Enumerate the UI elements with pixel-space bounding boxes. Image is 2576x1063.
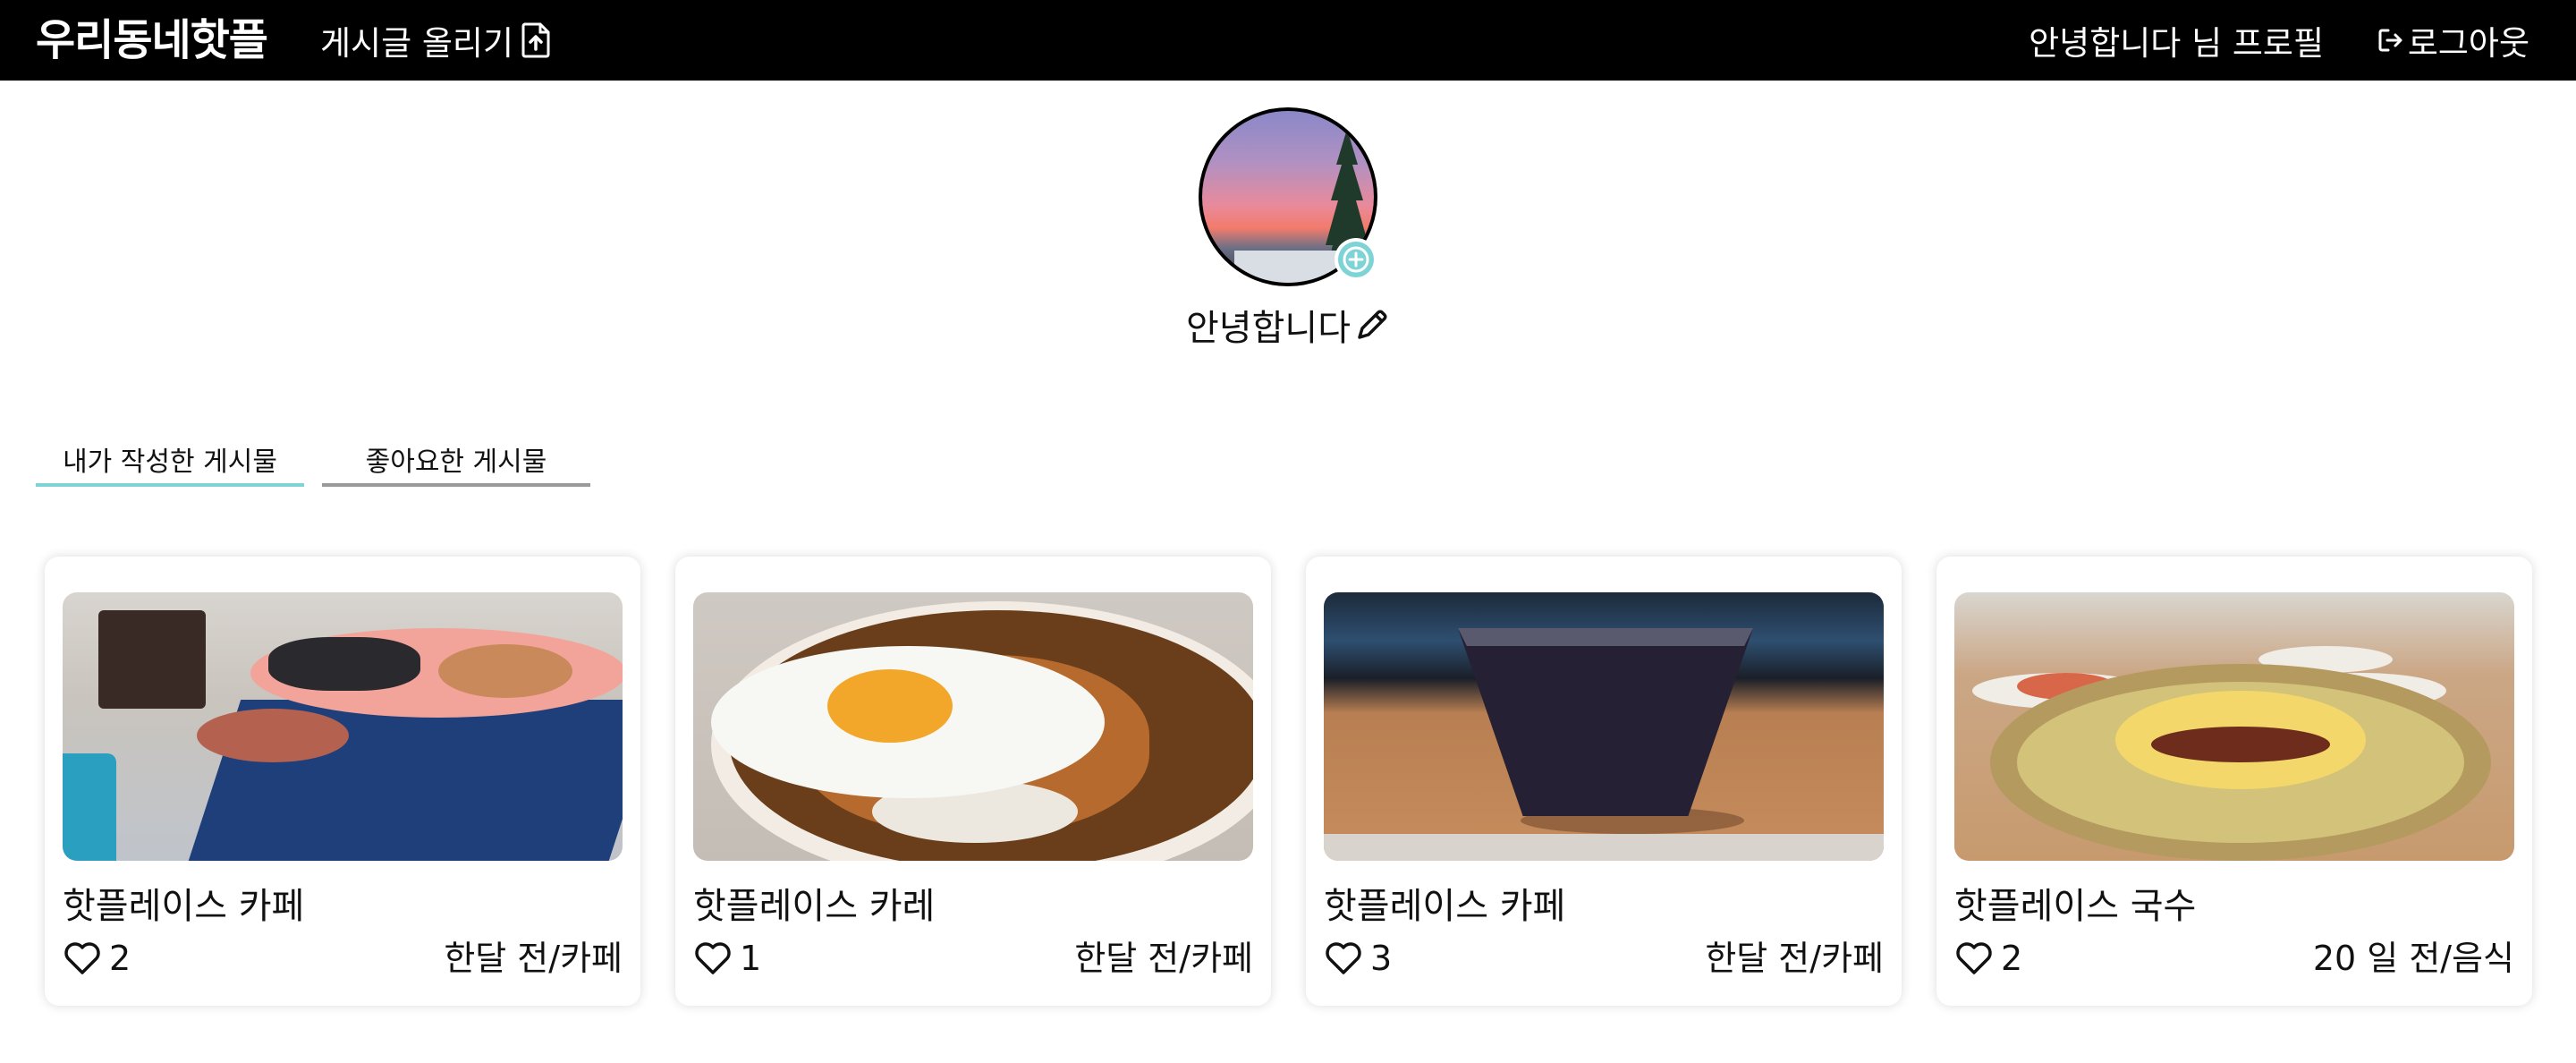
post-image[interactable] xyxy=(1324,592,1884,861)
like-button[interactable]: 2 xyxy=(1954,936,2022,981)
post-title: 핫플레이스 국수 xyxy=(1954,886,2197,927)
heart-icon xyxy=(1326,942,1361,974)
top-navbar: 우리동네핫플 게시글 올리기 안녕합니다 님 프로필 로그아웃 xyxy=(0,0,2576,81)
upload-post-button[interactable]: 게시글 올리기 xyxy=(320,13,551,68)
brand-logo[interactable]: 우리동네핫플 xyxy=(36,9,268,72)
heart-icon xyxy=(64,942,100,974)
post-image[interactable] xyxy=(693,592,1253,861)
like-button[interactable]: 3 xyxy=(1324,936,1392,981)
file-upload-icon xyxy=(521,22,550,58)
plus-circle-icon xyxy=(1338,242,1374,277)
post-meta: 한달 전/카페 xyxy=(1074,939,1253,978)
post-meta: 한달 전/카페 xyxy=(1705,939,1884,978)
post-card[interactable]: 핫플레이스 카레 1 한달 전/카페 xyxy=(675,557,1271,1006)
pencil-icon[interactable] xyxy=(1354,307,1390,343)
tab-liked-posts[interactable]: 좋아요한 게시물 xyxy=(322,435,590,487)
tab-my-posts[interactable]: 내가 작성한 게시물 xyxy=(36,435,304,487)
upload-post-label: 게시글 올리기 xyxy=(320,24,514,63)
logout-button[interactable]: 로그아웃 xyxy=(2377,13,2529,68)
post-meta: 20 일 전/음식 xyxy=(2312,939,2514,978)
profile-link[interactable]: 안녕합니다 님 프로필 xyxy=(2029,13,2324,68)
avatar-building-graphic xyxy=(1234,251,1342,283)
post-meta: 한달 전/카페 xyxy=(444,939,623,978)
post-title: 핫플레이스 카레 xyxy=(693,886,936,927)
like-button[interactable]: 1 xyxy=(693,936,761,981)
heart-icon xyxy=(695,942,731,974)
like-count: 2 xyxy=(109,939,131,978)
nickname-row: 안녕합니다 xyxy=(0,299,2576,351)
logout-icon xyxy=(2378,29,2402,52)
avatar-container xyxy=(1199,107,1377,286)
heart-icon xyxy=(1956,942,1992,974)
post-image[interactable] xyxy=(63,592,623,861)
like-count: 3 xyxy=(1370,939,1393,978)
profile-nickname: 안녕합니다 xyxy=(1186,308,1351,349)
like-button[interactable]: 2 xyxy=(63,936,131,981)
post-title: 핫플레이스 카페 xyxy=(1324,886,1566,927)
post-title: 핫플레이스 카페 xyxy=(63,886,305,927)
add-profile-photo-button[interactable] xyxy=(1335,238,1377,281)
logout-label: 로그아웃 xyxy=(2407,24,2529,63)
like-count: 2 xyxy=(2001,939,2023,978)
post-image[interactable] xyxy=(1954,592,2514,861)
like-count: 1 xyxy=(740,939,762,978)
post-card[interactable]: 핫플레이스 카페 3 한달 전/카페 xyxy=(1306,557,1902,1006)
post-card[interactable]: 핫플레이스 국수 2 20 일 전/음식 xyxy=(1936,557,2532,1006)
post-card[interactable]: 핫플레이스 카페 2 한달 전/카페 xyxy=(45,557,640,1006)
